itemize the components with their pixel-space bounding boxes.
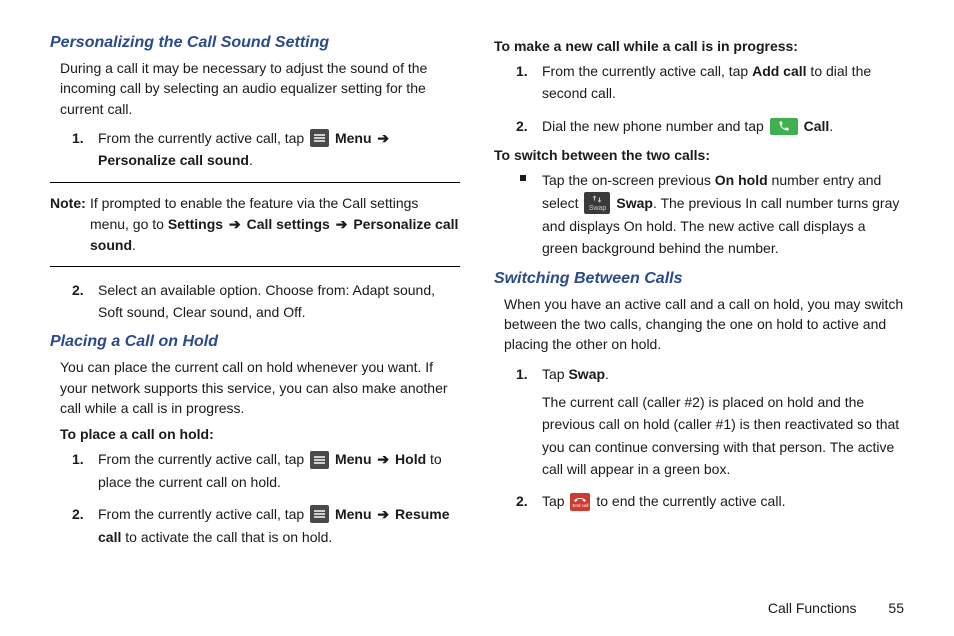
- step-text: From the currently active call, tap: [98, 451, 308, 467]
- step-item: From the currently active call, tap Menu…: [98, 127, 460, 172]
- personalize-label: Personalize call sound: [98, 152, 249, 168]
- step-text: .: [605, 366, 609, 382]
- subheading: To place a call on hold:: [60, 426, 460, 442]
- step-text: Select an available option. Choose from:…: [98, 282, 435, 320]
- bullet-list: Tap the on-screen previous On hold numbe…: [494, 169, 904, 259]
- arrow-icon: ➔: [227, 214, 243, 235]
- step-text: to end the currently active call.: [596, 493, 785, 509]
- step-item: From the currently active call, tap Menu…: [98, 503, 460, 548]
- addcall-label: Add call: [752, 63, 806, 79]
- heading-placing-hold: Placing a Call on Hold: [50, 333, 460, 351]
- note-text: .: [132, 237, 136, 253]
- step-item: From the currently active call, tap Add …: [542, 60, 904, 105]
- swap-icon: Swap: [584, 192, 610, 214]
- bullet-item: Tap the on-screen previous On hold numbe…: [542, 169, 904, 259]
- note-block: Note: If prompted to enable the feature …: [50, 182, 460, 267]
- swap-label: Swap: [568, 366, 605, 382]
- menu-label: Menu: [335, 451, 372, 467]
- step-item: Tap Swap. The current call (caller #2) i…: [542, 363, 904, 481]
- arrow-icon: ➔: [334, 214, 350, 235]
- heading-personalizing: Personalizing the Call Sound Setting: [50, 34, 460, 52]
- menu-icon: [310, 505, 329, 523]
- step-text-bold: Menu ➔ Hold: [335, 451, 426, 467]
- chapter-name: Call Functions: [768, 600, 857, 616]
- hold-label: Hold: [395, 451, 426, 467]
- onhold-label: On hold: [715, 172, 768, 188]
- step-text: From the currently active call, tap: [98, 130, 308, 146]
- call-label: Call: [804, 118, 830, 134]
- arrow-icon: ➔: [375, 127, 391, 149]
- arrow-icon: ➔: [375, 503, 391, 525]
- bullet-text: Tap the on-screen previous: [542, 172, 715, 188]
- call-icon: [770, 118, 798, 135]
- subheading: To switch between the two calls:: [494, 147, 904, 163]
- steps-list: Select an available option. Choose from:…: [50, 279, 460, 324]
- step-text: to activate the call that is on hold.: [121, 529, 332, 545]
- steps-list: From the currently active call, tap Menu…: [50, 448, 460, 548]
- step-text: .: [249, 152, 253, 168]
- intro-text: During a call it may be necessary to adj…: [60, 58, 460, 119]
- steps-list: From the currently active call, tap Add …: [494, 60, 904, 137]
- right-column: To make a new call while a call is in pr…: [494, 34, 904, 558]
- intro-text: When you have an active call and a call …: [504, 294, 904, 355]
- intro-text: You can place the current call on hold w…: [60, 357, 460, 418]
- menu-icon: [310, 129, 329, 147]
- step-text: Tap: [542, 493, 568, 509]
- left-column: Personalizing the Call Sound Setting Dur…: [50, 34, 460, 558]
- swap-icon-label: Swap: [589, 205, 607, 212]
- step-item: Tap End call to end the currently active…: [542, 490, 904, 512]
- step-text: .: [829, 118, 833, 134]
- swap-label: Swap: [616, 195, 653, 211]
- step-item: Select an available option. Choose from:…: [98, 279, 460, 324]
- settings-label: Settings: [168, 216, 223, 232]
- subheading: To make a new call while a call is in pr…: [494, 38, 904, 54]
- end-call-icon-label: End call: [572, 504, 588, 509]
- page-footer: Call Functions 55: [768, 600, 904, 616]
- page-content: Personalizing the Call Sound Setting Dur…: [0, 0, 954, 568]
- steps-list: From the currently active call, tap Menu…: [50, 127, 460, 172]
- end-call-icon: End call: [570, 493, 590, 511]
- menu-icon: [310, 451, 329, 469]
- page-number: 55: [888, 600, 904, 616]
- note-label: Note:: [50, 193, 86, 214]
- arrow-icon: ➔: [375, 448, 391, 470]
- step-text: From the currently active call, tap: [542, 63, 752, 79]
- step-item: Dial the new phone number and tap Call.: [542, 115, 904, 137]
- swap-label-text: Swap: [616, 195, 653, 211]
- step-text: Dial the new phone number and tap: [542, 118, 768, 134]
- callsettings-label: Call settings: [247, 216, 330, 232]
- note-body: Note: If prompted to enable the feature …: [90, 193, 460, 256]
- step-text: Tap: [542, 366, 568, 382]
- steps-list: Tap Swap. The current call (caller #2) i…: [494, 363, 904, 513]
- menu-label: Menu: [335, 506, 372, 522]
- call-label-text: Call: [804, 118, 830, 134]
- menu-label: Menu: [335, 130, 372, 146]
- step-text: From the currently active call, tap: [98, 506, 308, 522]
- step-item: From the currently active call, tap Menu…: [98, 448, 460, 493]
- step-body: The current call (caller #2) is placed o…: [542, 391, 904, 481]
- heading-switching: Switching Between Calls: [494, 270, 904, 288]
